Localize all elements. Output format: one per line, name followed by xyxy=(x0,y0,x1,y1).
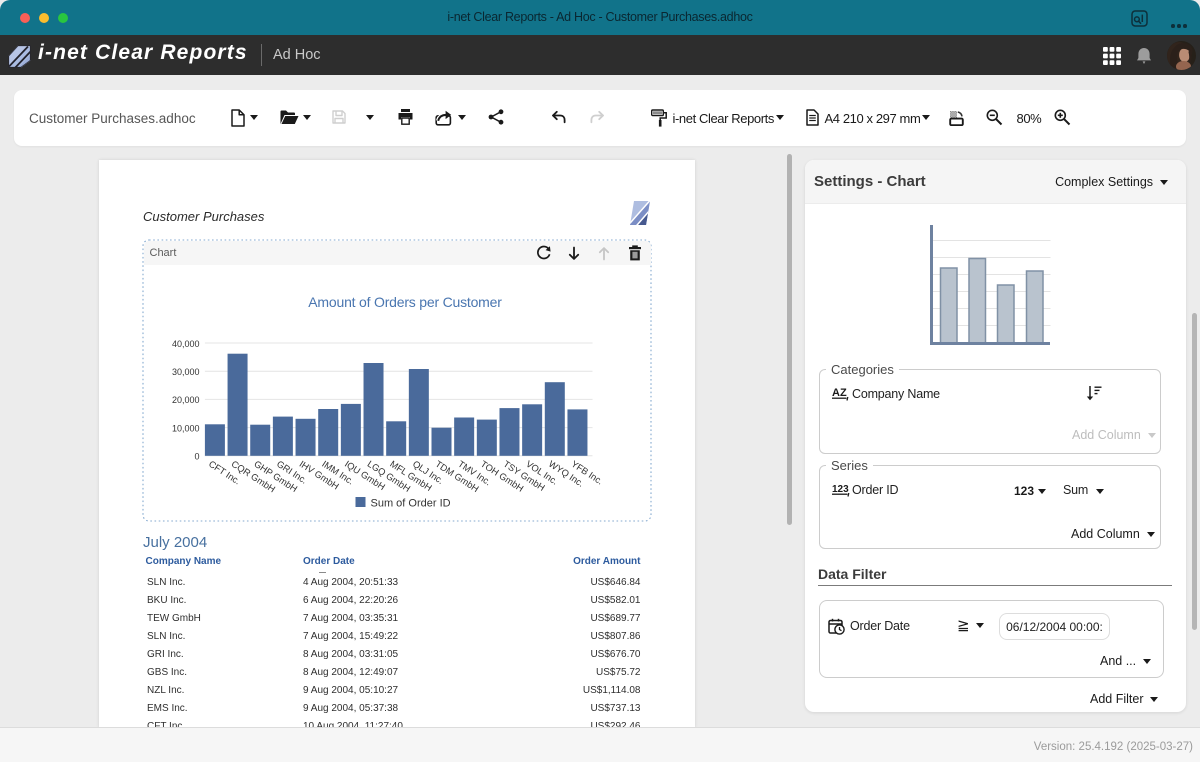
svg-text:123: 123 xyxy=(832,484,849,495)
svg-text:Sum of Order ID: Sum of Order ID xyxy=(370,498,450,510)
svg-text:30,000: 30,000 xyxy=(171,367,199,377)
svg-text:0: 0 xyxy=(194,452,199,462)
svg-text:10,000: 10,000 xyxy=(171,423,199,433)
svg-text:40,000: 40,000 xyxy=(171,339,199,349)
svg-text:20,000: 20,000 xyxy=(171,395,199,405)
svg-text:AZ: AZ xyxy=(832,387,847,399)
svg-text:Amount of Orders per Customer: Amount of Orders per Customer xyxy=(308,294,502,310)
